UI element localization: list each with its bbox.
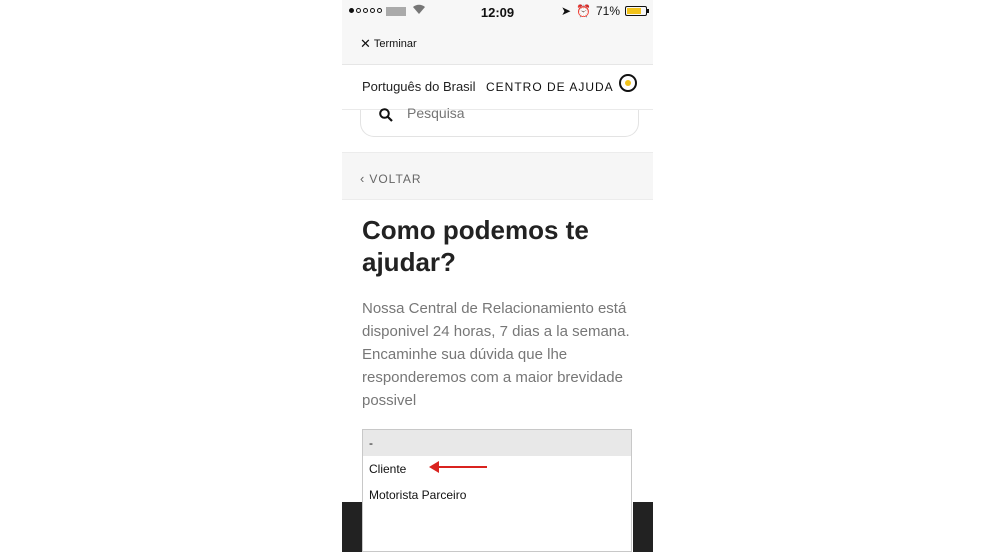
language-selector[interactable]: Português do Brasil (362, 79, 475, 94)
close-icon: ✕ (360, 36, 371, 51)
back-bar: ‹ VOLTAR (342, 152, 653, 200)
select-option-cliente[interactable]: Cliente (363, 456, 631, 482)
phone-screen: 12:09 ➤ ⏰ 71% ✕ Terminar Português do Br… (342, 0, 653, 552)
close-label: Terminar (373, 38, 417, 50)
uber-logo-icon (619, 74, 637, 92)
status-bar: 12:09 ➤ ⏰ 71% (342, 0, 653, 24)
select-option-empty[interactable]: - (363, 430, 631, 456)
page-title: Como podemos te ajudar? (362, 215, 589, 277)
keyboard-edge-left (342, 502, 362, 552)
nav-bar: ✕ Terminar (342, 24, 653, 65)
battery-percent: 71% (595, 4, 620, 18)
help-center-title: CENTRO DE AJUDA (486, 80, 614, 94)
annotation-arrow-icon (429, 461, 487, 473)
location-arrow-icon: ➤ (560, 4, 572, 18)
search-input[interactable] (405, 104, 609, 122)
select-option-motorista-parceiro[interactable]: Motorista Parceiro (363, 482, 631, 508)
search-bar (360, 104, 639, 137)
keyboard-edge-right (633, 502, 653, 552)
back-button[interactable]: ‹ VOLTAR (360, 171, 422, 186)
close-button[interactable]: ✕ Terminar (360, 36, 417, 52)
search-icon (379, 108, 393, 127)
contact-type-select[interactable]: - Cliente Motorista Parceiro (362, 429, 632, 552)
back-label: VOLTAR (369, 171, 422, 186)
page-description: Nossa Central de Relacionamiento está di… (362, 300, 630, 409)
alarm-clock-icon: ⏰ (576, 4, 591, 18)
chevron-left-icon: ‹ (360, 171, 366, 186)
battery-icon (625, 6, 649, 16)
